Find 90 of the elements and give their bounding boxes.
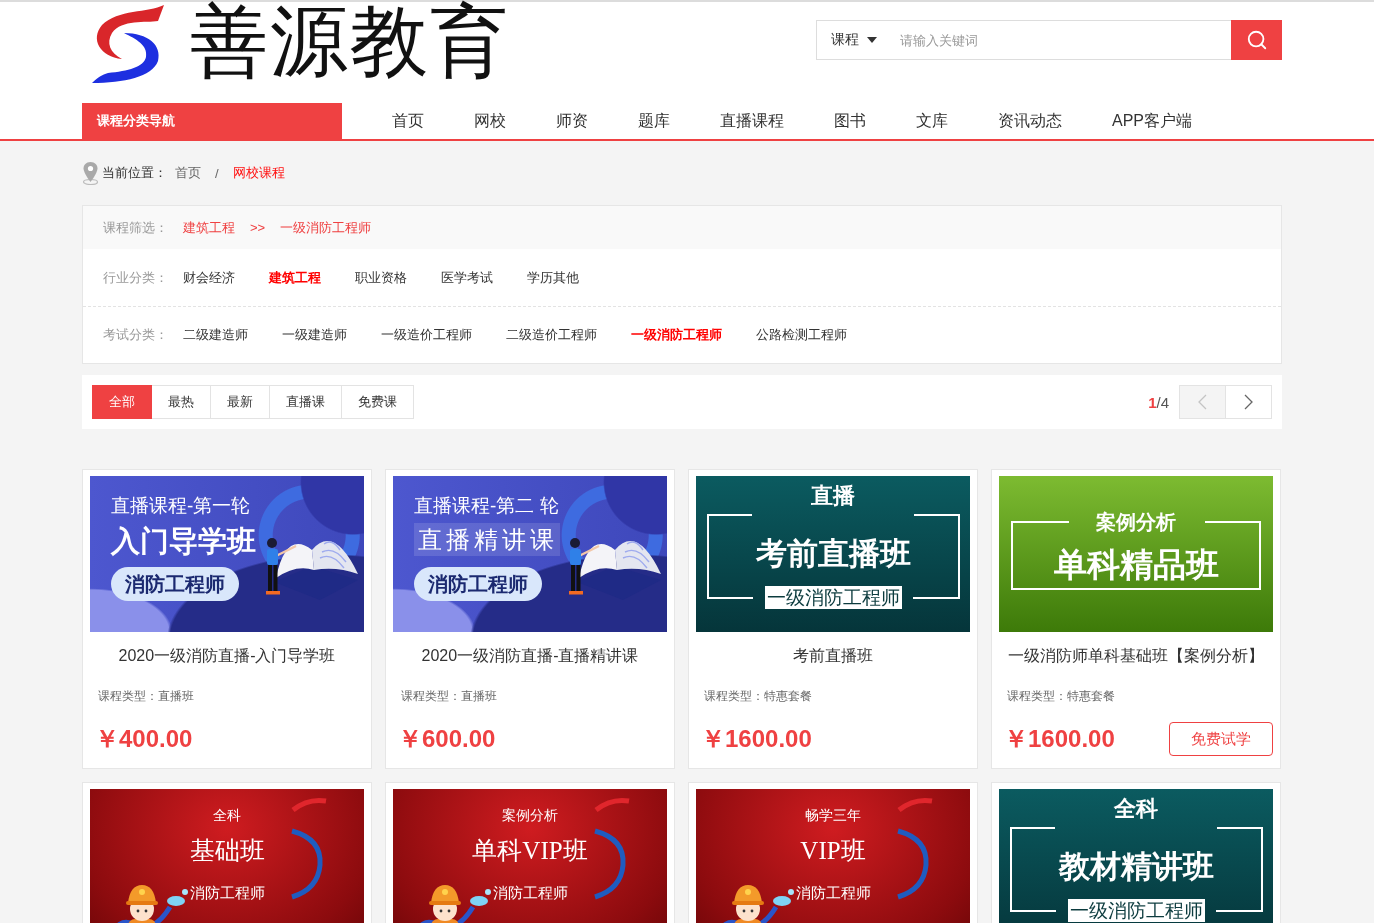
- filter-label: 课程筛选：: [103, 218, 169, 237]
- breadcrumb-link[interactable]: 网校课程: [232, 164, 285, 182]
- course-card[interactable]: 案例分析 单科精品班 一级消防师单科基础班【案例分析】 课程类型：特惠套餐 ￥1600.00 免费试学: [991, 469, 1281, 769]
- course-card[interactable]: 直播课程-第一轮 入门导学班 消防工程师 2020一级消防直播-入门导学班 课程类型：直播班 ￥400.00: [82, 469, 372, 769]
- banner-tag: 消防工程师: [795, 883, 871, 903]
- nav-link[interactable]: 题库: [638, 103, 670, 139]
- banner-tag: 消防工程师: [492, 883, 568, 903]
- filter-path-link[interactable]: 建筑工程: [183, 218, 235, 237]
- nav-link[interactable]: 网校: [474, 103, 506, 139]
- banner-tag: 消防工程师: [111, 567, 239, 601]
- banner-headline: 教材精讲班: [1058, 848, 1214, 886]
- banner-tag: 一级消防工程师: [1067, 899, 1205, 922]
- course-card[interactable]: 案例分析 单科VIP班 消防工程师: [385, 782, 675, 923]
- banner-headline: 单科VIP班: [472, 836, 588, 866]
- filter-option[interactable]: 医学考试: [441, 268, 493, 287]
- filter-option[interactable]: 学历其他: [527, 268, 579, 287]
- sort-tab[interactable]: 直播课: [269, 385, 342, 419]
- banner-subtitle: 畅学三年: [805, 807, 861, 825]
- free-trial-button[interactable]: 免费试学: [1169, 722, 1273, 756]
- filter-label: 考试分类：: [103, 326, 169, 344]
- search-icon: [1245, 29, 1268, 51]
- banner-subtitle: 直播课程-第一轮: [111, 494, 251, 518]
- breadcrumb-separator: /: [215, 165, 219, 181]
- nav-link[interactable]: APP客户端: [1112, 103, 1192, 139]
- course-price: ￥1600.00: [700, 724, 812, 754]
- filter-option[interactable]: 二级造价工程师: [506, 326, 597, 344]
- filter-option[interactable]: 职业资格: [355, 268, 407, 287]
- banner-subtitle: 案例分析: [1096, 510, 1176, 534]
- course-type: 课程类型：直播班: [400, 688, 498, 704]
- search-scope-dropdown[interactable]: 课程: [816, 20, 900, 60]
- banner-headline: 入门导学班: [111, 524, 256, 559]
- course-card[interactable]: 全科 基础班 消防工程师: [82, 782, 372, 923]
- course-type: 课程类型：直播班: [97, 688, 195, 704]
- banner-subtitle: 直播: [811, 482, 855, 510]
- nav-link[interactable]: 直播课程: [720, 103, 784, 139]
- filter-option[interactable]: 一级消防工程师: [631, 326, 722, 344]
- page-counter: 1/4: [1148, 393, 1169, 411]
- sort-tab[interactable]: 全部: [92, 385, 152, 419]
- banner-headline: 直播精讲课: [414, 523, 560, 556]
- filter-option[interactable]: 二级建造师: [183, 326, 248, 344]
- banner-headline: 考前直播班: [755, 535, 911, 573]
- filter-option[interactable]: 财会经济: [183, 268, 235, 287]
- banner-headline: VIP班: [800, 836, 866, 866]
- banner-tag: 一级消防工程师: [764, 586, 902, 609]
- course-card[interactable]: 畅学三年 VIP班 消防工程师: [688, 782, 978, 923]
- sort-tab[interactable]: 免费课: [341, 385, 414, 419]
- filter-option[interactable]: 一级造价工程师: [381, 326, 472, 344]
- banner-tag: 消防工程师: [189, 883, 265, 903]
- course-type: 课程类型：特惠套餐: [703, 688, 813, 704]
- filter-label: 行业分类：: [103, 268, 169, 287]
- search-button[interactable]: [1231, 20, 1282, 60]
- course-price: ￥1600.00: [1003, 724, 1115, 754]
- filter-option[interactable]: 公路检测工程师: [756, 326, 847, 344]
- course-title[interactable]: 一级消防师单科基础班【案例分析】: [999, 646, 1273, 666]
- nav-link[interactable]: 首页: [392, 103, 424, 139]
- filter-option[interactable]: 一级建造师: [282, 326, 347, 344]
- path-separator: >>: [250, 220, 266, 235]
- course-title[interactable]: 考前直播班: [696, 646, 970, 666]
- banner-subtitle: 案例分析: [502, 807, 558, 825]
- course-price: ￥600.00: [397, 724, 496, 754]
- nav-link[interactable]: 师资: [556, 103, 588, 139]
- banner-subtitle: 全科: [213, 807, 241, 825]
- breadcrumb-label: 当前位置：: [102, 164, 167, 182]
- course-type: 课程类型：特惠套餐: [1006, 688, 1116, 704]
- course-title[interactable]: 2020一级消防直播-入门导学班: [90, 646, 364, 666]
- chevron-left-icon: [1198, 394, 1207, 410]
- banner-subtitle: 直播课程-第二 轮: [414, 494, 559, 518]
- logo-text[interactable]: 善源教育: [190, 0, 510, 84]
- breadcrumb-link[interactable]: 首页: [175, 164, 201, 182]
- chevron-right-icon: [1244, 394, 1253, 410]
- course-card[interactable]: 全科 教材精讲班 一级消防工程师: [991, 782, 1281, 923]
- banner-tag: 消防工程师: [414, 567, 542, 601]
- banner-subtitle: 全科: [1114, 795, 1158, 823]
- category-nav-button[interactable]: 课程分类导航: [82, 103, 342, 139]
- banner-headline: 基础班: [189, 836, 265, 866]
- sort-tab[interactable]: 最热: [151, 385, 211, 419]
- course-card[interactable]: 直播 考前直播班 一级消防工程师 考前直播班 课程类型：特惠套餐 ￥1600.00: [688, 469, 978, 769]
- search-input[interactable]: 请输入关键词: [900, 20, 1231, 60]
- banner-headline: 单科精品班: [1053, 545, 1219, 585]
- nav-link[interactable]: 资讯动态: [998, 103, 1062, 139]
- course-title[interactable]: 2020一级消防直播-直播精讲课: [393, 646, 667, 666]
- sort-tab[interactable]: 最新: [210, 385, 270, 419]
- caret-down-icon: [867, 37, 877, 43]
- nav-link[interactable]: 文库: [916, 103, 948, 139]
- location-pin-icon: [82, 161, 99, 185]
- course-price: ￥400.00: [94, 724, 193, 754]
- course-card[interactable]: 直播课程-第二 轮 直播精讲课 消防工程师 2020一级消防直播-直播精讲课 课程类型：直播班 ￥600.00: [385, 469, 675, 769]
- filter-path-link[interactable]: 一级消防工程师: [280, 218, 372, 237]
- filter-option[interactable]: 建筑工程: [269, 268, 321, 287]
- nav-link[interactable]: 图书: [834, 103, 866, 139]
